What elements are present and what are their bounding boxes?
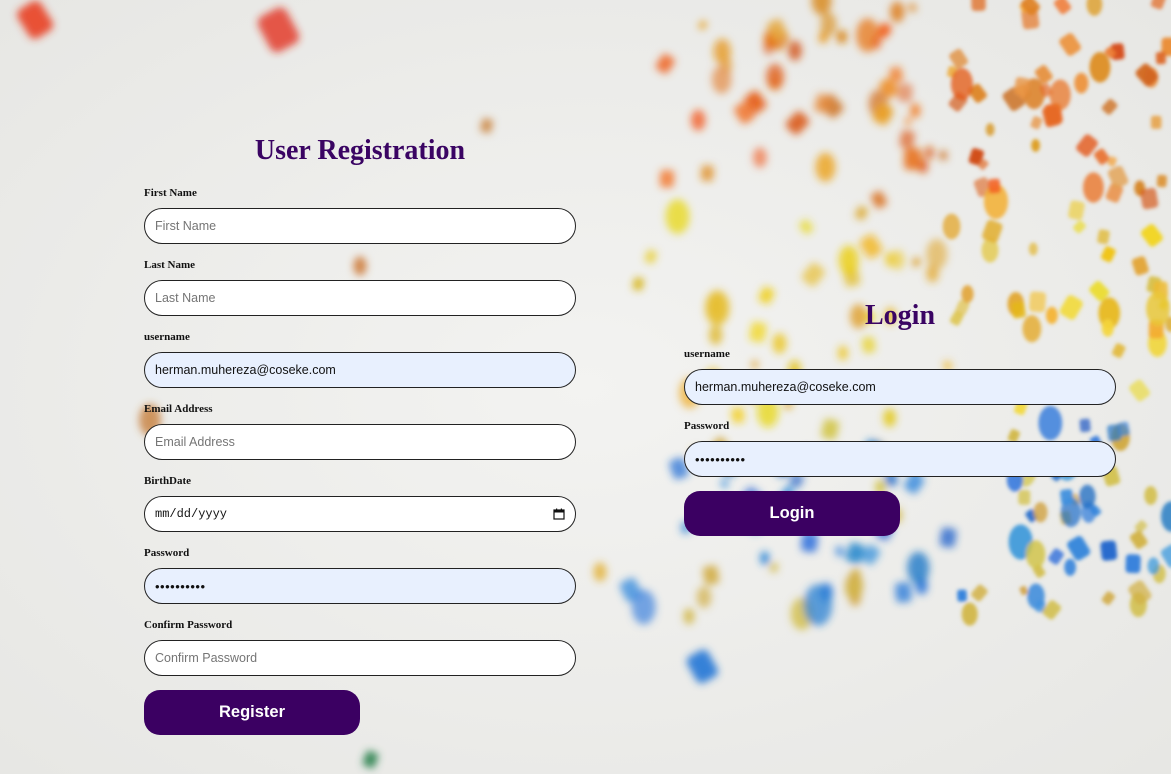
confetti-piece	[897, 83, 913, 102]
last-name-label: Last Name	[144, 259, 196, 271]
confetti-piece	[683, 608, 695, 625]
email-label: Email Address	[144, 403, 213, 415]
first-name-field-group: First Name First Name	[144, 186, 576, 244]
confetti-piece	[1156, 174, 1167, 188]
confetti-piece	[696, 586, 712, 609]
calendar-icon[interactable]	[553, 508, 565, 520]
first-name-label: First Name	[144, 187, 197, 199]
birthdate-value: mm/dd/yyyy	[155, 507, 228, 521]
confetti-piece	[872, 35, 882, 49]
confirm-password-input[interactable]: Confirm Password	[144, 640, 576, 676]
confetti-piece	[939, 150, 947, 160]
confetti-piece	[903, 148, 922, 171]
confetti-piece	[971, 0, 986, 11]
confetti-piece	[665, 199, 690, 234]
confetti-piece	[593, 562, 607, 582]
confetti-piece	[1028, 242, 1038, 256]
first-name-input[interactable]: First Name	[144, 208, 576, 244]
confetti-piece	[700, 165, 714, 182]
password-field-group: Password ••••••••••	[144, 546, 576, 604]
login-password-field-group: Password ••••••••••	[684, 419, 1116, 477]
confetti-piece	[950, 67, 973, 101]
confetti-piece	[1144, 486, 1158, 505]
login-username-label: username	[684, 348, 730, 360]
confetti-piece	[1089, 52, 1111, 83]
confetti-piece	[766, 63, 785, 90]
confetti-piece	[838, 245, 859, 275]
email-placeholder: Email Address	[155, 435, 235, 449]
confirm-password-placeholder: Confirm Password	[155, 651, 258, 665]
confetti-piece	[1125, 554, 1141, 574]
last-name-field-group: Last Name Last Name	[144, 258, 576, 316]
login-title: Login	[864, 300, 936, 331]
confetti-piece	[752, 147, 767, 168]
confetti-piece	[910, 103, 921, 118]
confetti-piece	[942, 213, 961, 240]
login-password-input[interactable]: ••••••••••	[684, 441, 1116, 477]
login-username-field-group: username herman.muhereza@coseke.com	[684, 347, 1116, 405]
confetti-piece	[760, 551, 770, 565]
confetti-piece	[988, 178, 1001, 194]
confetti-piece	[894, 582, 912, 603]
registration-form: User Registration First Name First Name …	[144, 130, 576, 735]
confetti-piece	[820, 12, 837, 36]
birthdate-label: BirthDate	[144, 475, 192, 487]
confetti-piece	[711, 65, 732, 94]
confetti-piece	[1147, 557, 1160, 575]
last-name-placeholder: Last Name	[155, 291, 216, 305]
registration-title: User Registration	[254, 135, 466, 166]
confetti-piece	[815, 152, 836, 182]
login-username-value: herman.muhereza@coseke.com	[695, 380, 876, 394]
confetti-piece	[803, 584, 833, 626]
username-value: herman.muhereza@coseke.com	[155, 363, 336, 377]
confetti-piece	[836, 30, 848, 44]
email-field-group: Email Address Email Address	[144, 402, 576, 460]
password-input[interactable]: ••••••••••	[144, 568, 576, 604]
confetti-piece	[713, 38, 731, 65]
first-name-placeholder: First Name	[155, 219, 217, 233]
confetti-piece	[1150, 115, 1162, 129]
email-input[interactable]: Email Address	[144, 424, 576, 460]
username-field-group: username herman.muhereza@coseke.com	[144, 330, 576, 388]
confirm-password-label: Confirm Password	[144, 619, 233, 631]
confetti-piece	[891, 250, 905, 270]
confetti-piece	[1082, 172, 1104, 203]
password-label: Password	[144, 547, 190, 559]
confetti-piece	[1074, 72, 1089, 94]
confetti-piece	[1155, 51, 1166, 65]
confetti-piece	[985, 123, 995, 136]
login-form: Login username herman.muhereza@coseke.co…	[684, 295, 1116, 536]
confetti-piece	[659, 169, 675, 188]
confetti-piece	[926, 238, 948, 270]
login-button[interactable]: Login	[684, 491, 900, 536]
confirm-password-field-group: Confirm Password Confirm Password	[144, 618, 576, 676]
last-name-input[interactable]: Last Name	[144, 280, 576, 316]
confetti-piece	[961, 602, 978, 626]
confetti-piece	[1031, 138, 1041, 152]
confetti-piece	[1064, 558, 1077, 576]
confetti-piece	[788, 40, 802, 61]
birthdate-input[interactable]: mm/dd/yyyy	[144, 496, 576, 532]
confetti-piece	[1146, 291, 1170, 327]
birthdate-field-group: BirthDate mm/dd/yyyy	[144, 474, 576, 532]
username-input[interactable]: herman.muhereza@coseke.com	[144, 352, 576, 388]
confetti-piece	[691, 109, 706, 131]
confetti-piece	[907, 551, 930, 585]
confetti-piece	[1025, 540, 1046, 569]
confetti-piece	[904, 117, 912, 126]
login-password-value: ••••••••••	[695, 451, 746, 467]
register-button[interactable]: Register	[144, 690, 360, 735]
confetti-piece	[889, 1, 905, 23]
username-label: username	[144, 331, 190, 343]
login-password-label: Password	[684, 420, 730, 432]
confetti-piece	[631, 589, 656, 625]
password-value: ••••••••••	[155, 578, 206, 594]
login-username-input[interactable]: herman.muhereza@coseke.com	[684, 369, 1116, 405]
confetti-piece	[1100, 540, 1118, 561]
confetti-piece	[957, 589, 967, 602]
confetti-piece	[924, 146, 935, 160]
